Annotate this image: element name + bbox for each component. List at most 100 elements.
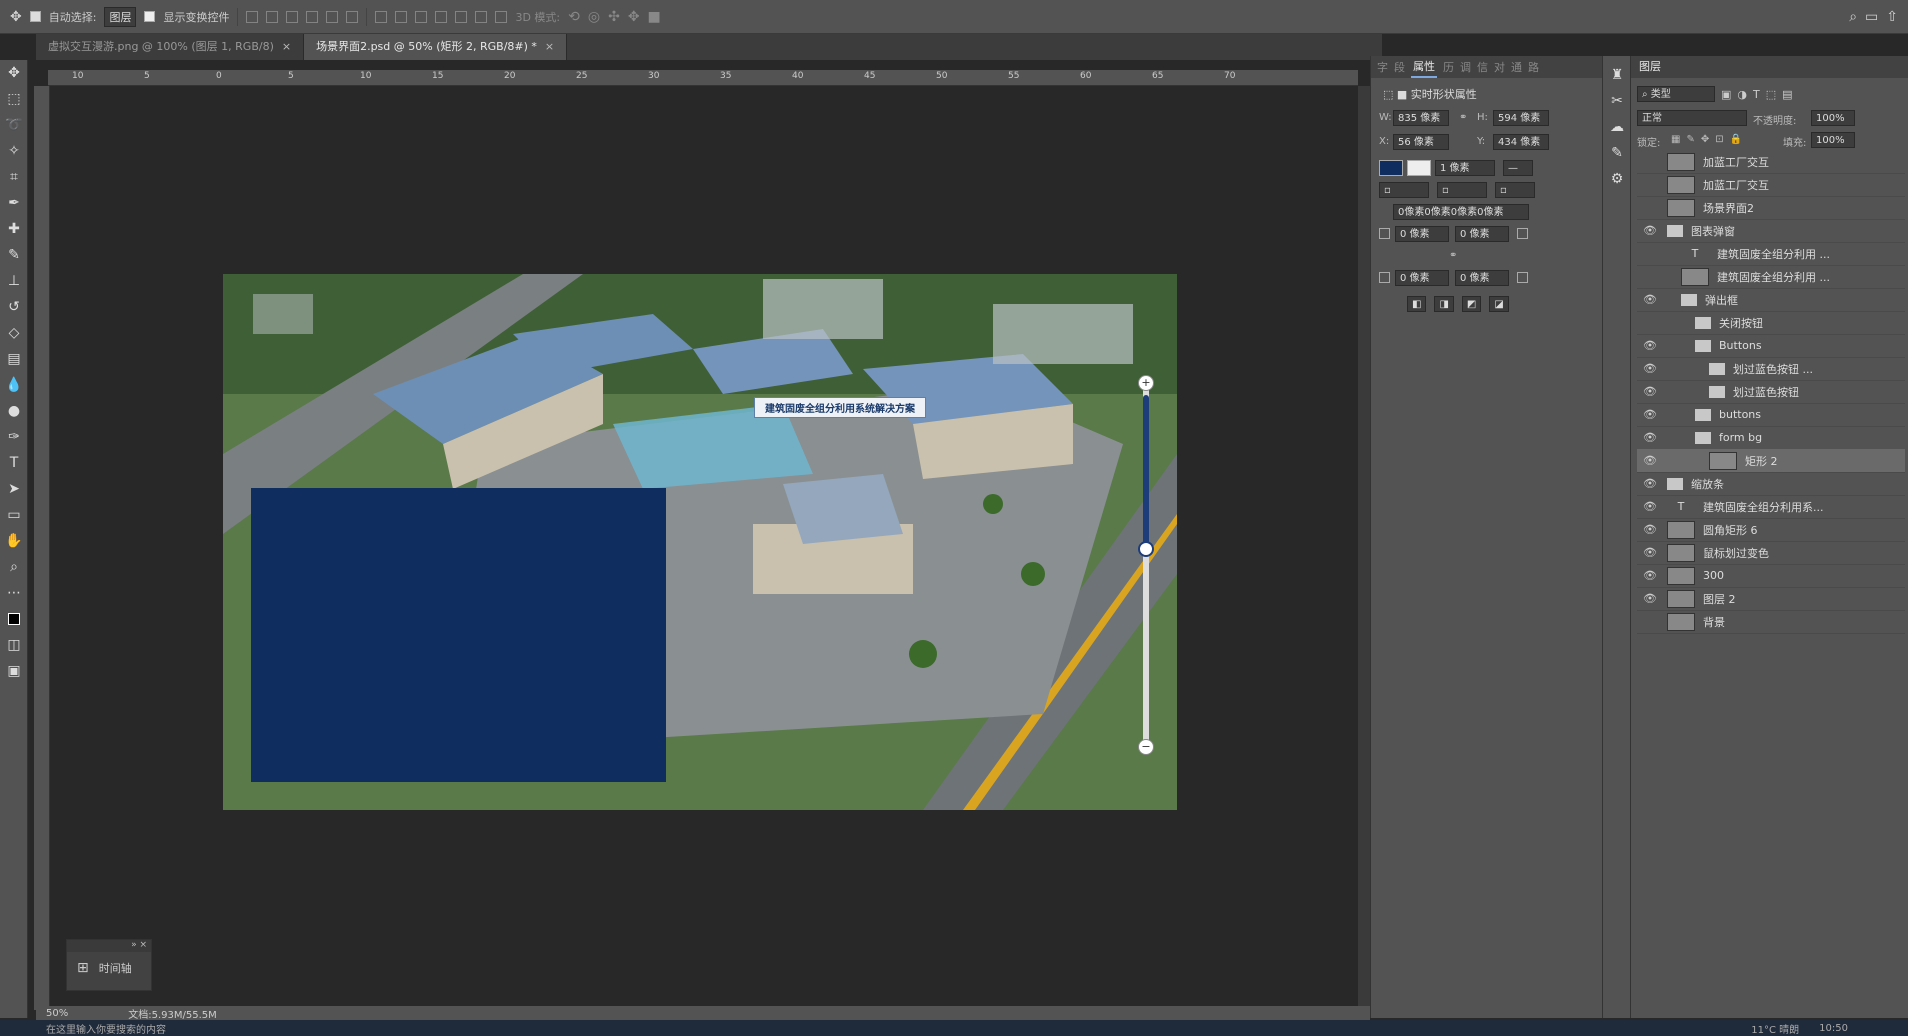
tab-align[interactable]: 对 <box>1494 59 1505 75</box>
layers-title[interactable]: 图层 <box>1639 60 1661 73</box>
close-icon[interactable]: × <box>282 40 291 53</box>
layer-row[interactable]: 👁 300 <box>1637 564 1905 588</box>
auto-select-dropdown[interactable]: 图层 <box>104 6 137 27</box>
visibility-eye-icon[interactable]: 👁 <box>1637 431 1663 444</box>
distribute-left-icon[interactable] <box>435 10 448 23</box>
marquee-tool-icon[interactable]: ⬚ <box>0 86 28 112</box>
eraser-icon[interactable]: ◇ <box>0 320 28 346</box>
zoom-out-icon[interactable]: − <box>1138 739 1154 755</box>
gradient-tool-icon[interactable]: ▤ <box>0 346 28 372</box>
3d-orbit-icon[interactable]: ⟲ <box>568 9 580 25</box>
search-icon[interactable]: ⌕ <box>1849 9 1857 25</box>
layer-name[interactable]: 缩放条 <box>1691 476 1724 492</box>
visibility-eye-icon[interactable]: 👁 <box>1637 293 1663 306</box>
layer-row[interactable]: 背景 <box>1637 610 1905 634</box>
history-brush-icon[interactable]: ↺ <box>0 294 28 320</box>
layer-filter-dropdown[interactable]: ⌕ 类型 <box>1637 86 1715 102</box>
fill-field[interactable]: 100% <box>1811 132 1855 148</box>
path-select-icon[interactable]: ➤ <box>0 476 28 502</box>
slider-handle[interactable] <box>1138 541 1154 557</box>
tab-channels[interactable]: 通 <box>1511 59 1522 75</box>
visibility-eye-icon[interactable]: 👁 <box>1637 224 1663 237</box>
visibility-eye-icon[interactable]: 👁 <box>1637 546 1663 559</box>
layer-name[interactable]: 加蓝工厂交互 <box>1703 177 1769 193</box>
corner-radius-all-field[interactable]: 0像素0像素0像素0像素 <box>1393 204 1529 220</box>
blend-mode-dropdown[interactable]: 正常 <box>1637 110 1747 126</box>
brush-settings-icon[interactable]: ✎ <box>1603 140 1631 166</box>
3d-scale-icon[interactable]: ■ <box>648 9 661 25</box>
layer-name[interactable]: 关闭按钮 <box>1719 315 1763 331</box>
show-transform-checkbox[interactable] <box>144 11 156 22</box>
3d-slide-icon[interactable]: ✥ <box>628 9 640 25</box>
tab-info[interactable]: 信 <box>1477 59 1488 75</box>
layer-name[interactable]: 建筑固废全组分利用系... <box>1703 499 1824 515</box>
exclude-shapes-icon[interactable]: ◪ <box>1489 296 1509 312</box>
visibility-eye-icon[interactable]: 👁 <box>1637 454 1663 467</box>
auto-select-checkbox[interactable] <box>29 11 41 22</box>
visibility-eye-icon[interactable]: 👁 <box>1637 569 1663 582</box>
distribute-middle-icon[interactable] <box>395 10 408 23</box>
layer-name[interactable]: 图表弹窗 <box>1691 223 1735 239</box>
collapse-icon[interactable]: » × <box>67 940 151 952</box>
dodge-tool-icon[interactable]: ● <box>0 398 28 424</box>
pen-tool-icon[interactable]: ✑ <box>0 424 28 450</box>
opacity-field[interactable]: 100% <box>1811 110 1855 126</box>
layer-row[interactable]: 👁 form bg <box>1637 426 1905 450</box>
tab-properties[interactable]: 属性 <box>1411 56 1437 78</box>
stroke-join-dropdown[interactable]: ▫ <box>1495 182 1535 198</box>
layer-row[interactable]: 👁 Buttons <box>1637 334 1905 358</box>
taskbar-search[interactable]: 在这里输入你要搜索的内容 <box>46 1021 166 1036</box>
fill-color-swatch[interactable] <box>1379 160 1403 176</box>
layer-row[interactable]: 👁 划过蓝色按钮 <box>1637 380 1905 404</box>
clone-stamp-icon[interactable]: ⊥ <box>0 268 28 294</box>
layer-name[interactable]: 划过蓝色按钮 <box>1733 384 1799 400</box>
stroke-cap-dropdown[interactable]: ▫ <box>1437 182 1487 198</box>
link-icon[interactable]: ⚭ <box>1459 112 1467 123</box>
vertical-scrollbar[interactable] <box>1358 86 1370 1008</box>
layer-name[interactable]: 划过蓝色按钮 ... <box>1733 361 1813 377</box>
timeline-button[interactable]: ⊞ 时间轴 <box>67 952 151 976</box>
cloud-icon[interactable]: ☁ <box>1603 114 1631 140</box>
layer-row[interactable]: 👁 图层 2 <box>1637 587 1905 611</box>
y-field[interactable]: 434 像素 <box>1493 134 1549 150</box>
tab-paragraph[interactable]: 段 <box>1394 59 1405 75</box>
layer-row[interactable]: T 建筑固废全组分利用 ... <box>1637 242 1905 266</box>
healing-brush-icon[interactable]: ✚ <box>0 216 28 242</box>
visibility-eye-icon[interactable]: 👁 <box>1637 385 1663 398</box>
workspace-icon[interactable]: ▭ <box>1865 9 1878 25</box>
zoom-tool-icon[interactable]: ⌕ <box>0 554 28 580</box>
color-swatches-icon[interactable] <box>0 606 28 632</box>
stroke-align-dropdown[interactable]: ▫ <box>1379 182 1429 198</box>
tools-icon[interactable]: ✂ <box>1603 88 1631 114</box>
align-right-icon[interactable] <box>346 10 359 23</box>
zoom-level[interactable]: 50% <box>46 1008 68 1019</box>
visibility-eye-icon[interactable]: 👁 <box>1637 523 1663 536</box>
radius-top-right-field[interactable]: 0 像素 <box>1455 226 1509 242</box>
radius-bottom-right-field[interactable]: 0 像素 <box>1455 270 1509 286</box>
document-size[interactable]: 文档:5.93M/55.5M <box>128 1006 217 1021</box>
x-field[interactable]: 56 像素 <box>1393 134 1449 150</box>
layer-name[interactable]: 矩形 2 <box>1745 453 1778 469</box>
layer-row[interactable]: 👁 T 建筑固废全组分利用系... <box>1637 495 1905 519</box>
layer-row[interactable]: 👁 弹出框 <box>1637 288 1905 312</box>
more-tools-icon[interactable]: ⋯ <box>0 580 28 606</box>
align-top-icon[interactable] <box>246 10 259 23</box>
crop-tool-icon[interactable]: ⌗ <box>0 164 28 190</box>
visibility-eye-icon[interactable]: 👁 <box>1637 500 1663 513</box>
tab-adjust[interactable]: 调 <box>1460 59 1471 75</box>
libraries-icon[interactable]: ♜ <box>1603 62 1631 88</box>
layer-name[interactable]: 场景界面2 <box>1703 200 1754 216</box>
visibility-eye-icon[interactable]: 👁 <box>1637 408 1663 421</box>
layer-row[interactable]: 👁 矩形 2 <box>1637 449 1905 473</box>
height-field[interactable]: 594 像素 <box>1493 110 1549 126</box>
lasso-tool-icon[interactable]: ➰ <box>0 112 28 138</box>
screen-mode-icon[interactable]: ▣ <box>0 658 28 684</box>
tab-character[interactable]: 字 <box>1377 59 1388 75</box>
radius-top-left-field[interactable]: 0 像素 <box>1395 226 1449 242</box>
zoom-slider-widget[interactable]: + − <box>1138 375 1154 755</box>
tab-document-2[interactable]: 场景界面2.psd @ 50% (矩形 2, RGB/8#) * × <box>304 34 568 60</box>
layer-name[interactable]: Buttons <box>1719 339 1762 352</box>
intersect-shapes-icon[interactable]: ◩ <box>1461 296 1482 312</box>
filter-smart-icon[interactable]: ▤ <box>1782 88 1792 101</box>
width-field[interactable]: 835 像素 <box>1393 110 1449 126</box>
